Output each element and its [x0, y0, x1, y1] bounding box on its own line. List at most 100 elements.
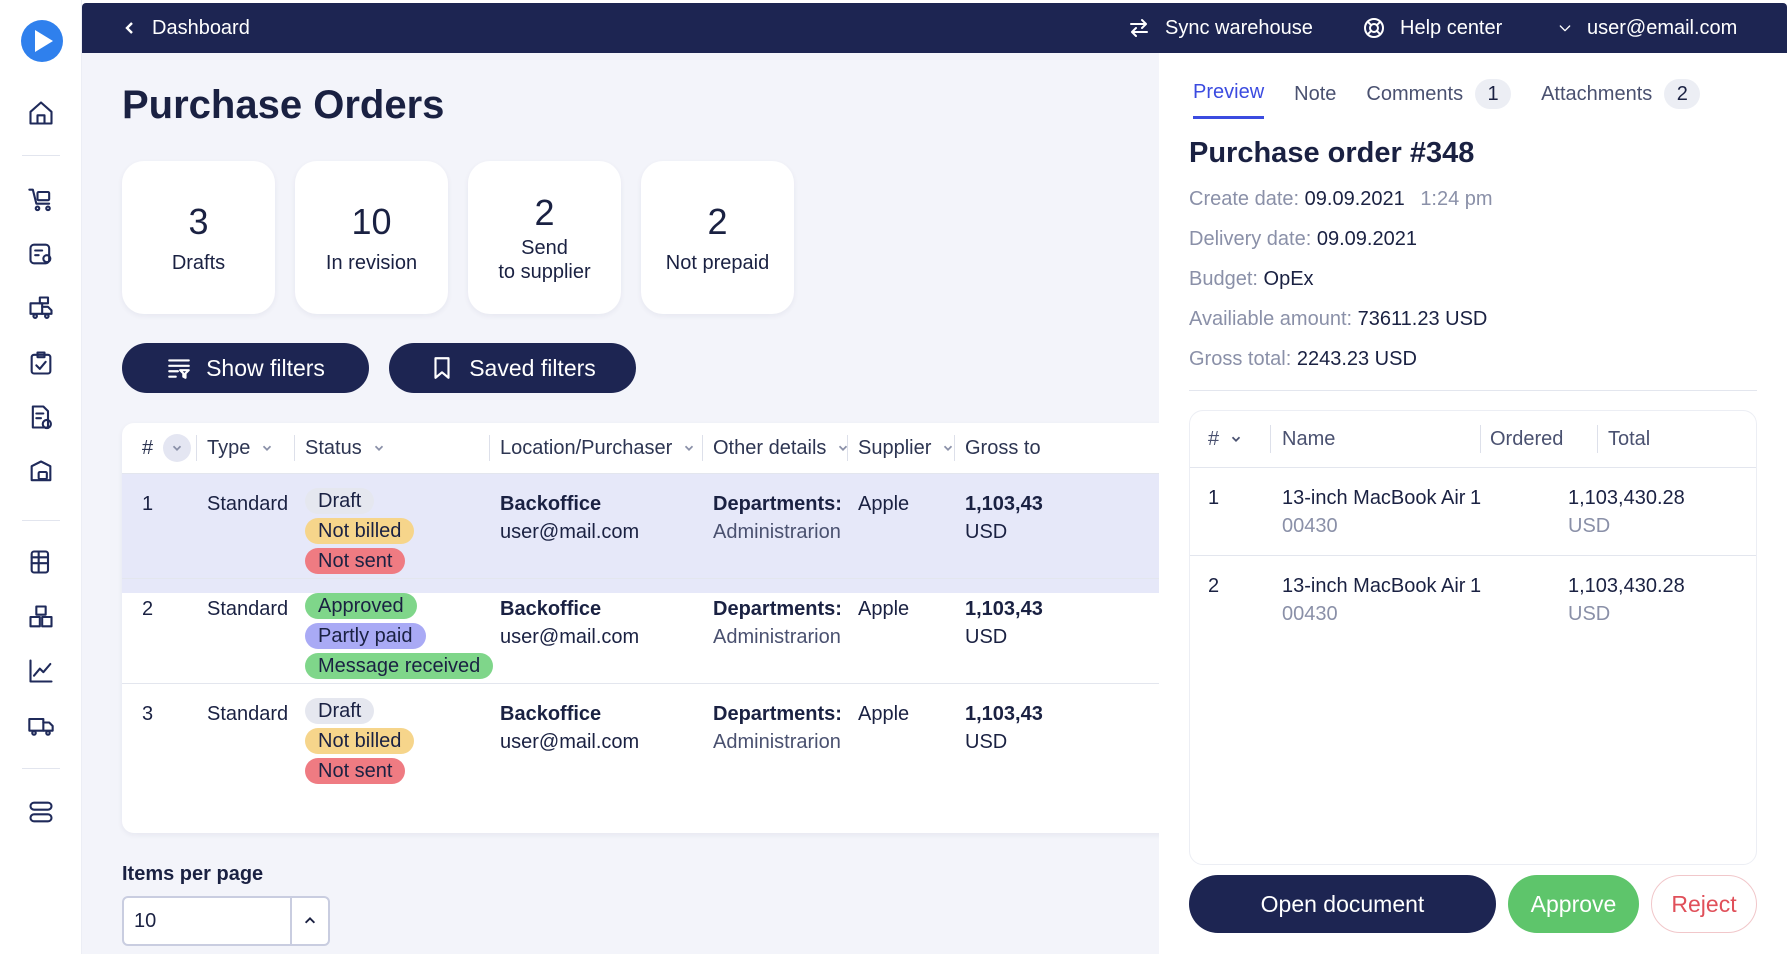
delivery-date-value: 09.09.2021 — [1316, 228, 1417, 250]
purchaser-email: user@mail.com — [500, 626, 640, 648]
tab-attachments[interactable]: Attachments 2 — [1541, 79, 1701, 119]
status-badge: Draft — [305, 698, 375, 724]
stat-label: In revision — [325, 251, 418, 274]
comments-count-badge: 1 — [1475, 79, 1512, 109]
boxes-icon[interactable] — [24, 600, 58, 634]
table-row[interactable]: 3 Standard Draft Not billed Not sent Bac… — [122, 683, 1159, 803]
dashboard-label: Dashboard — [152, 16, 250, 39]
line-item-row[interactable]: 2 13-inch MacBook Air 00430 1 1,103,430.… — [1190, 555, 1756, 643]
sort-toggle[interactable] — [163, 434, 192, 462]
column-header-location[interactable]: Location/Purchaser — [500, 423, 696, 473]
purchase-order-title: Purchase order #348 — [1189, 137, 1475, 169]
truck-icon[interactable] — [24, 709, 58, 743]
gross-total-cell: 1,103,43 USD — [965, 595, 1043, 651]
status-badge: Partly paid — [305, 623, 426, 649]
spreadsheet-icon[interactable] — [24, 545, 58, 579]
column-header-status[interactable]: Status — [305, 423, 386, 473]
tab-note[interactable]: Note — [1294, 79, 1336, 119]
invoice-user-icon[interactable] — [24, 237, 58, 271]
sync-arrows-icon — [1130, 19, 1148, 37]
saved-filters-button[interactable]: Saved filters — [389, 343, 636, 393]
column-header-type[interactable]: Type — [207, 423, 274, 473]
top-bar: Dashboard Sync warehouse Help center use… — [82, 3, 1787, 53]
other-details-cell: Departments: Administrarion — [713, 490, 842, 546]
table-row[interactable]: 1 Standard Draft Not billed Not sent Bac… — [122, 473, 1159, 593]
row-number: 1 — [142, 493, 154, 515]
items-per-page-select[interactable]: 10 — [122, 896, 330, 946]
status-badge: Draft — [305, 488, 375, 514]
row-type: Standard — [207, 598, 289, 620]
meta-label: Delivery date: — [1189, 228, 1312, 250]
column-header-label: Total — [1608, 427, 1651, 450]
clipboard-check-icon[interactable] — [24, 346, 58, 380]
server-icon[interactable] — [24, 795, 58, 829]
location-cell: Backoffice user@mail.com — [500, 700, 639, 756]
column-header-number[interactable]: # — [142, 423, 192, 473]
app-logo-icon[interactable] — [21, 20, 63, 62]
tab-preview[interactable]: Preview — [1193, 79, 1265, 119]
back-to-dashboard-link[interactable]: Dashboard — [122, 3, 250, 53]
item-ordered: 1 — [1470, 487, 1482, 509]
home-icon[interactable] — [24, 96, 58, 130]
box-lock-icon[interactable] — [24, 455, 58, 489]
column-header-gross-total[interactable]: Gross to — [965, 423, 1041, 473]
items-header-number[interactable]: # — [1208, 411, 1243, 467]
other-details-label: Departments: — [713, 703, 842, 725]
create-date-row: Create date: 09.09.2021 1:24 pm — [1189, 188, 1493, 211]
cart-icon[interactable] — [24, 182, 58, 216]
show-filters-label: Show filters — [206, 354, 325, 381]
tab-comments[interactable]: Comments 1 — [1366, 79, 1512, 119]
show-filters-button[interactable]: Show filters — [122, 343, 369, 393]
supplier-cell: Apple — [858, 598, 910, 620]
tab-label: Attachments — [1541, 82, 1653, 105]
column-divider — [954, 435, 955, 461]
available-amount-value: 73611.23 USD — [1357, 308, 1488, 330]
location-cell: Backoffice user@mail.com — [500, 490, 639, 546]
supplier-cell: Apple — [858, 493, 910, 515]
supplier-cell: Apple — [858, 703, 910, 725]
row-type: Standard — [207, 703, 289, 725]
truck-box-icon[interactable] — [24, 291, 58, 325]
column-header-label: Location/Purchaser — [500, 436, 673, 459]
stat-card-drafts[interactable]: 3 Drafts — [122, 161, 275, 314]
orders-table: # Type Status Location/Purchaser Other d… — [122, 423, 1159, 833]
document-check-icon[interactable] — [24, 400, 58, 434]
table-row[interactable]: 2 Standard Approved Partly paid Message … — [122, 578, 1159, 698]
chart-line-icon[interactable] — [24, 654, 58, 688]
sync-warehouse-label: Sync warehouse — [1165, 16, 1313, 39]
user-menu[interactable]: user@email.com — [1557, 3, 1737, 53]
stat-value: 2 — [534, 191, 555, 233]
column-header-label: Name — [1282, 427, 1336, 450]
help-center-label: Help center — [1400, 16, 1503, 39]
attachments-count-badge: 2 — [1664, 79, 1701, 109]
open-document-button[interactable]: Open document — [1189, 875, 1496, 933]
panel-divider — [1189, 390, 1757, 391]
items-per-page-toggle[interactable] — [290, 898, 328, 944]
column-divider — [294, 435, 295, 461]
item-name: 13-inch MacBook Air — [1282, 575, 1466, 597]
tab-label: Note — [1294, 82, 1337, 105]
line-item-row[interactable]: 1 13-inch MacBook Air 00430 1 1,103,430.… — [1190, 467, 1756, 555]
main-content: Purchase Orders 3 Drafts 10 In revision … — [82, 53, 1159, 954]
gross-total-currency: USD — [965, 521, 1008, 543]
tab-label: Preview — [1193, 81, 1265, 103]
reject-button[interactable]: Reject — [1651, 875, 1757, 933]
bookmark-icon — [434, 357, 450, 379]
column-header-label: # — [142, 436, 154, 459]
item-ordered: 1 — [1470, 575, 1482, 597]
column-header-supplier[interactable]: Supplier — [858, 423, 955, 473]
stat-card-send-to-supplier[interactable]: 2 Send to supplier — [468, 161, 621, 314]
stat-card-in-revision[interactable]: 10 In revision — [295, 161, 448, 314]
item-number: 2 — [1208, 575, 1220, 597]
chevron-down-icon — [173, 445, 182, 451]
other-details-value: Administrarion — [713, 731, 841, 753]
stat-card-not-prepaid[interactable]: 2 Not prepaid — [641, 161, 794, 314]
item-number: 1 — [1208, 487, 1220, 509]
items-per-page-label: Items per page — [122, 863, 264, 885]
column-header-other-details[interactable]: Other details — [713, 423, 850, 473]
help-center-button[interactable]: Help center — [1362, 3, 1502, 53]
gross-total-currency: USD — [965, 731, 1008, 753]
sync-warehouse-button[interactable]: Sync warehouse — [1127, 3, 1313, 53]
approve-button[interactable]: Approve — [1508, 875, 1639, 933]
status-badges: Approved Partly paid Message received — [305, 593, 494, 683]
